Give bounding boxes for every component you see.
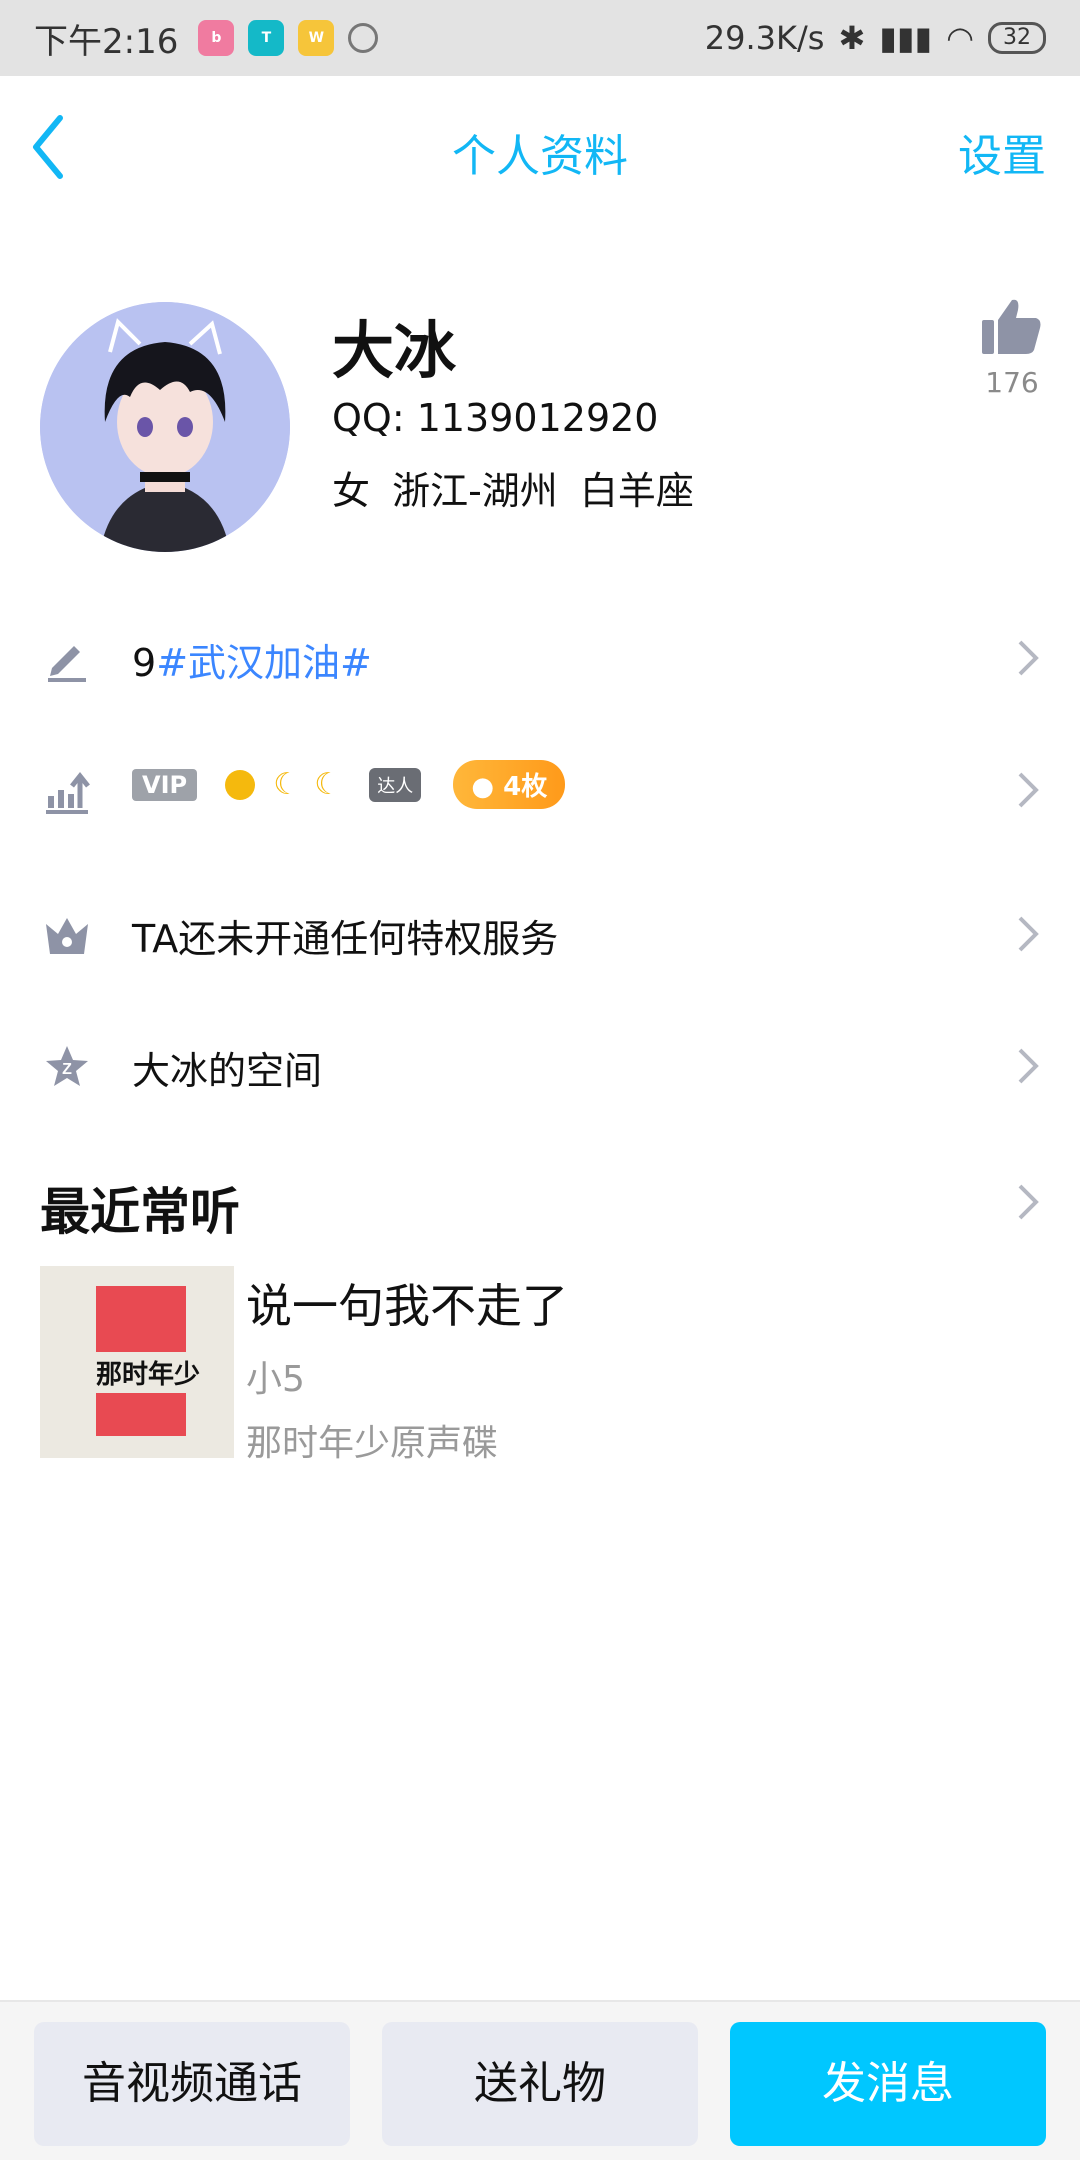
battery-icon: 32 [988,22,1046,54]
daren-badge: 达人 [369,767,422,802]
level-up-icon [46,771,90,814]
qzone-star-icon: Z [46,1046,88,1086]
svg-text:Z: Z [62,1061,72,1078]
signature-row[interactable]: 9#武汉加油# [0,608,1080,708]
settings-button[interactable]: 设置 [958,120,1046,184]
song-artist: 小5 [246,1359,305,1400]
chevron-right-icon [1018,772,1039,808]
bottom-action-bar: 音视频通话 送礼物 发消息 [0,2000,1080,2160]
like-button[interactable]: 176 [980,296,1044,399]
signature-hashtag[interactable]: #武汉加油# [156,641,372,685]
chevron-right-icon [1018,1048,1039,1084]
nav-bar: 个人资料 设置 [0,76,1080,216]
status-bar: 下午2:16 b T W 29.3K/s ✱ ▮▮▮ ◠ 32 [0,0,1080,76]
send-gift-button[interactable]: 送礼物 [382,2022,698,2146]
like-count: 176 [985,366,1039,399]
bluetooth-icon: ✱ [838,19,866,57]
timer-icon [348,23,379,53]
song-album: 那时年少原声碟 [246,1423,499,1464]
recent-music-title: 最近常听 [40,1183,240,1241]
space-row[interactable]: Z 大冰的空间 [0,1016,1080,1116]
status-time: 下午2:16 [34,21,179,62]
chevron-right-icon [1018,640,1039,676]
wifi-icon: ◠ [946,19,974,57]
chevron-right-icon [1018,916,1039,952]
qq-number: QQ: 1139012920 [332,396,659,440]
album-cover-text: 那时年少 [92,1352,205,1393]
profile-name: 大冰 [332,314,457,387]
edit-icon [48,646,86,682]
profile-info: 女 浙江-湖州 白羊座 [332,469,694,513]
song-title[interactable]: 说一句我不走了 [246,1270,568,1336]
vip-badge: VIP [132,768,198,801]
bilibili-icon: b [198,20,235,56]
privilege-row[interactable]: TA还未开通任何特权服务 [0,884,1080,984]
thumbs-up-icon [982,299,1041,354]
page-title: 个人资料 [452,131,628,182]
medals-badge[interactable]: ● 4枚 [453,760,566,809]
privilege-text: TA还未开通任何特权服务 [132,917,559,961]
network-speed: 29.3K/s [704,19,825,57]
chevron-right-icon[interactable] [1016,1182,1040,1222]
space-text: 大冰的空间 [132,1049,323,1093]
sun-level-icon [225,769,256,800]
avatar[interactable] [40,302,290,552]
crown-icon [46,918,88,954]
video-call-button[interactable]: 音视频通话 [34,2022,350,2146]
avatar-image [40,302,290,552]
signature-prefix: 9 [132,641,157,685]
medals-label: 4枚 [503,772,548,802]
moon-level-icon: ☾ [314,767,342,802]
taptap-icon: T [248,20,285,56]
send-message-button[interactable]: 发消息 [730,2022,1046,2146]
weibo-icon: W [298,20,335,56]
moon-level-icon: ☾ [273,767,301,802]
signal-icon: ▮▮▮ [879,19,933,57]
album-cover[interactable]: 那时年少 [40,1266,234,1458]
daren-label: 达人 [377,775,414,797]
level-row[interactable]: VIP ☾ ☾ 达人 ● 4枚 [0,740,1080,840]
